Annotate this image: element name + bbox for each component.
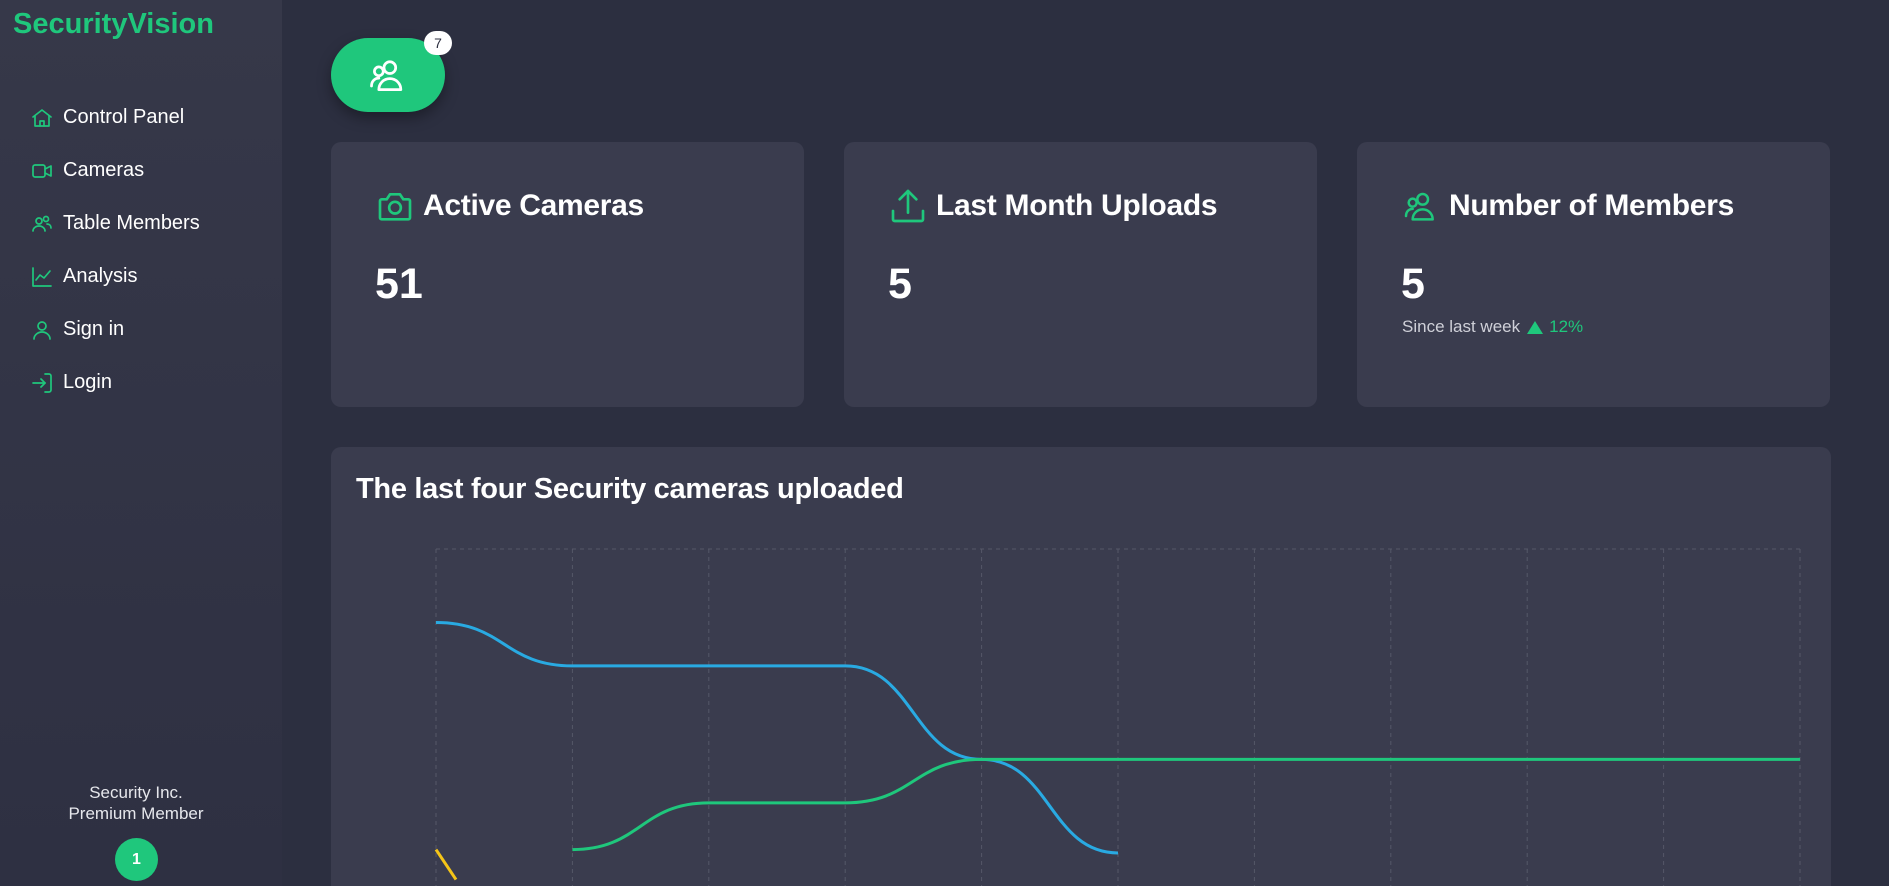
- footer-tier: Premium Member: [68, 804, 204, 823]
- series-line-1: [572, 757, 1800, 852]
- sidebar-item-control-panel[interactable]: Control Panel: [30, 91, 200, 144]
- sidebar-item-label: Login: [63, 371, 112, 393]
- brand-logo[interactable]: SecurityVision: [13, 8, 214, 41]
- card-value: 5: [1401, 260, 1425, 308]
- sidebar-footer: Security Inc. Premium Member: [0, 782, 272, 824]
- card-title: Active Cameras: [423, 189, 644, 222]
- series-line-2: [434, 848, 458, 881]
- sidebar: SecurityVision Control Panel Cameras Tab…: [0, 0, 282, 886]
- footer-badge[interactable]: 1: [115, 838, 158, 881]
- upload-icon: [891, 189, 925, 223]
- line-chart: [434, 548, 1801, 886]
- user-icon: [33, 320, 51, 340]
- video-icon: [32, 163, 52, 178]
- sidebar-item-label: Table Members: [63, 212, 200, 234]
- change-note: Since last week 12%: [1402, 317, 1583, 337]
- stat-card-last-month-uploads: Last Month Uploads 5: [844, 142, 1317, 407]
- card-value: 51: [375, 260, 423, 308]
- sidebar-item-analysis[interactable]: Analysis: [30, 250, 200, 303]
- sidebar-item-label: Cameras: [63, 159, 145, 181]
- card-header: Number of Members: [1401, 186, 1734, 226]
- series-line-0: [435, 620, 1119, 855]
- users-icon: [1404, 192, 1434, 221]
- card-header: Active Cameras: [375, 186, 644, 226]
- stat-card-active-cameras: Active Cameras 51: [331, 142, 804, 407]
- home-icon: [32, 108, 52, 127]
- notification-badge: 7: [424, 31, 452, 55]
- sidebar-item-sign-in[interactable]: Sign in: [30, 303, 200, 356]
- change-percent: 12%: [1549, 317, 1584, 336]
- card-title: Last Month Uploads: [936, 189, 1218, 222]
- chart-grid: [435, 548, 1801, 886]
- sidebar-item-table-members[interactable]: Table Members: [30, 197, 200, 250]
- chart-card: The last four Security cameras uploaded: [331, 447, 1831, 886]
- card-header: Last Month Uploads: [888, 186, 1218, 226]
- footer-company: Security Inc.: [89, 783, 183, 802]
- sidebar-nav: Control Panel Cameras Table Members Anal…: [30, 91, 200, 409]
- users-icon: [370, 60, 403, 92]
- sidebar-item-label: Analysis: [63, 265, 138, 287]
- chart-line-icon: [32, 266, 52, 287]
- stat-card-number-of-members: Number of Members 5 Since last week 12%: [1357, 142, 1830, 407]
- login-icon: [32, 372, 52, 393]
- card-value: 5: [888, 260, 912, 308]
- sidebar-item-cameras[interactable]: Cameras: [30, 144, 200, 197]
- sidebar-item-label: Control Panel: [63, 106, 185, 128]
- card-title: Number of Members: [1449, 189, 1734, 222]
- change-note-label: Since last week: [1402, 317, 1521, 336]
- users-icon: [32, 215, 52, 232]
- arrow-up-icon: [1527, 320, 1544, 334]
- sidebar-item-label: Sign in: [63, 318, 125, 340]
- camera-icon: [378, 193, 412, 221]
- sidebar-item-login[interactable]: Login: [30, 356, 200, 409]
